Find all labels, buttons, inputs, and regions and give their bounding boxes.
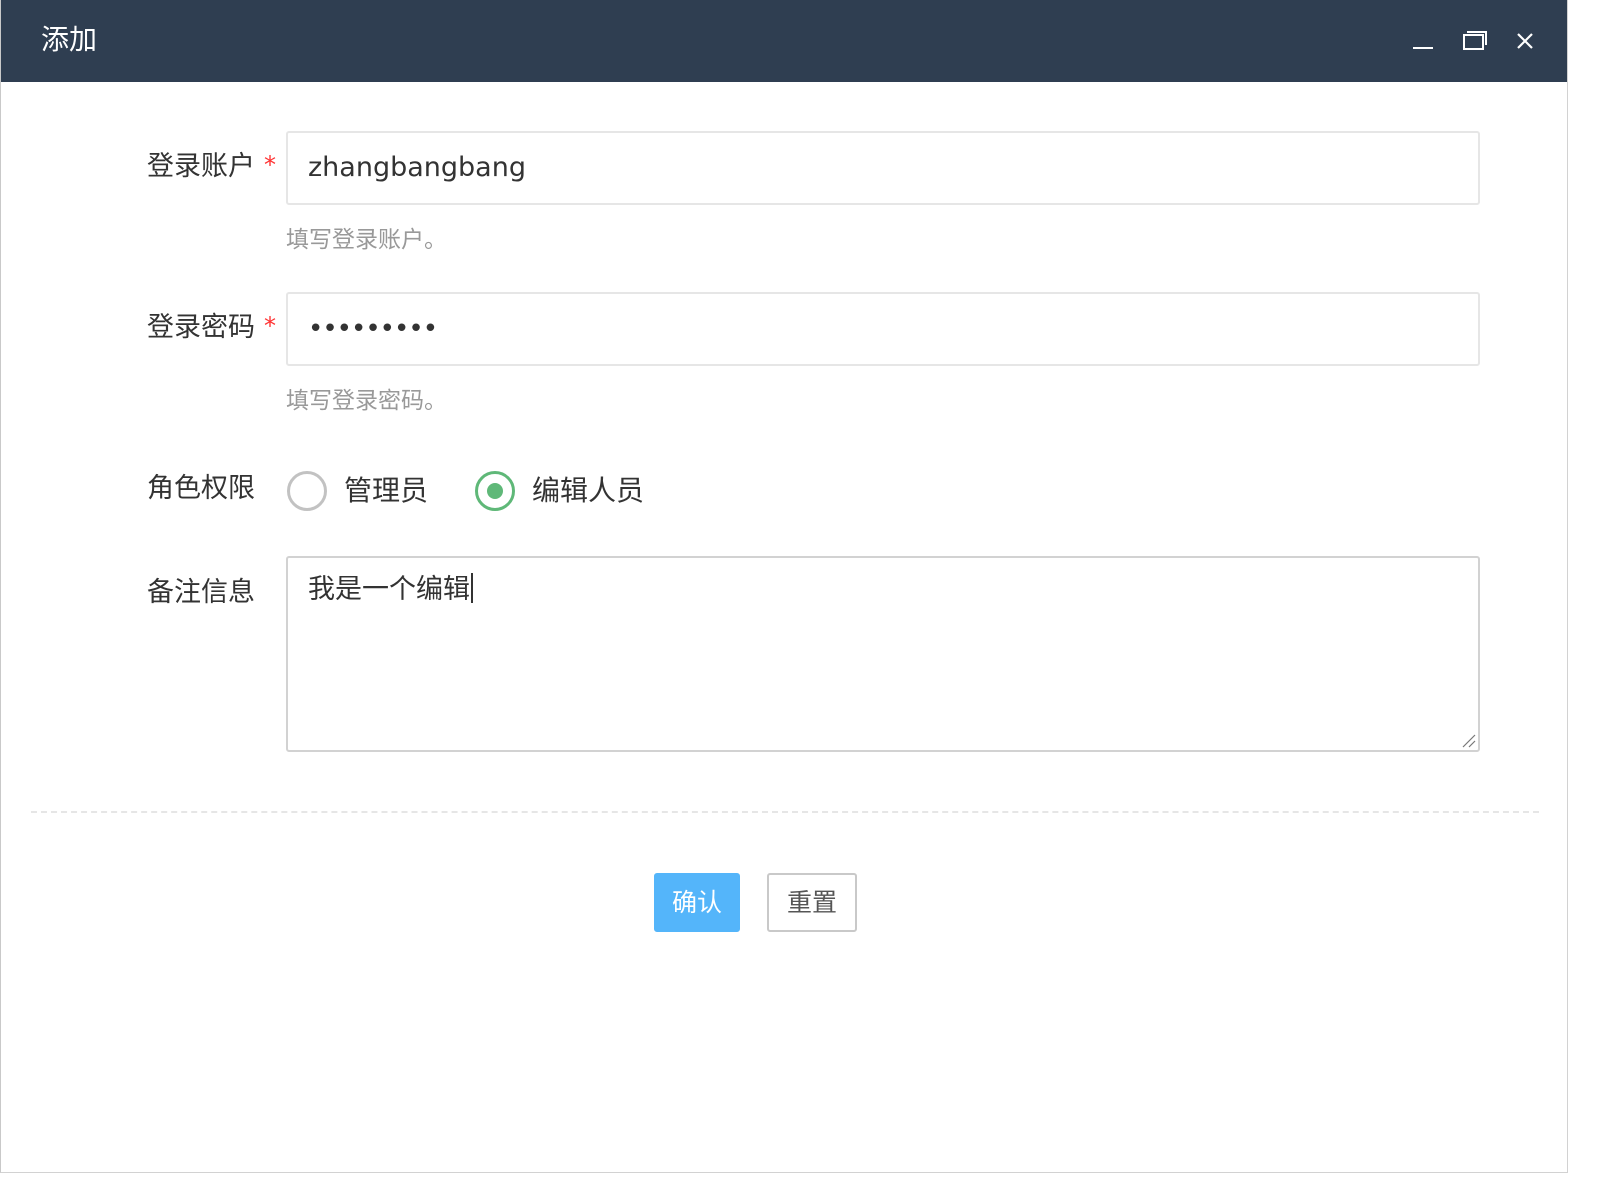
dialog-title: 添加 bbox=[41, 23, 98, 56]
remark-text: 我是一个编辑 bbox=[308, 574, 470, 605]
radio-admin-label: 管理员 bbox=[344, 474, 429, 507]
radio-editor[interactable]: 编辑人员 bbox=[475, 469, 655, 513]
account-required-mark: * bbox=[264, 151, 276, 179]
confirm-button[interactable]: 确认 bbox=[654, 873, 740, 932]
remark-textarea[interactable]: 我是一个编辑 bbox=[286, 556, 1480, 752]
reset-button[interactable]: 重置 bbox=[767, 873, 857, 932]
text-caret bbox=[471, 573, 473, 603]
account-hint: 填写登录账户。 bbox=[286, 227, 447, 253]
radio-dot bbox=[487, 483, 503, 499]
role-label: 角色权限 bbox=[147, 473, 255, 504]
form-divider bbox=[31, 811, 1539, 813]
radio-editor-label: 编辑人员 bbox=[532, 474, 645, 507]
account-input[interactable]: zhangbangbang bbox=[286, 131, 1480, 205]
radio-unchecked-icon bbox=[287, 471, 327, 511]
maximize-icon bbox=[1463, 31, 1487, 50]
minimize-icon bbox=[1413, 47, 1433, 49]
close-button[interactable] bbox=[1508, 24, 1542, 58]
add-dialog: 添加 登录账户 * zhangbangbang 填写登录账户。 登录密码 * •… bbox=[0, 0, 1568, 1173]
password-required-mark: * bbox=[264, 312, 276, 340]
radio-admin[interactable]: 管理员 bbox=[287, 469, 437, 513]
resize-grip-icon[interactable] bbox=[1460, 732, 1476, 748]
maximize-button[interactable] bbox=[1458, 24, 1492, 58]
password-input[interactable]: ••••••••• bbox=[286, 292, 1480, 366]
dialog-titlebar: 添加 bbox=[1, 0, 1567, 82]
password-hint: 填写登录密码。 bbox=[286, 388, 447, 414]
remark-label: 备注信息 bbox=[147, 577, 255, 608]
minimize-button[interactable] bbox=[1406, 24, 1440, 58]
close-icon bbox=[1517, 33, 1533, 49]
radio-checked-icon bbox=[475, 471, 515, 511]
